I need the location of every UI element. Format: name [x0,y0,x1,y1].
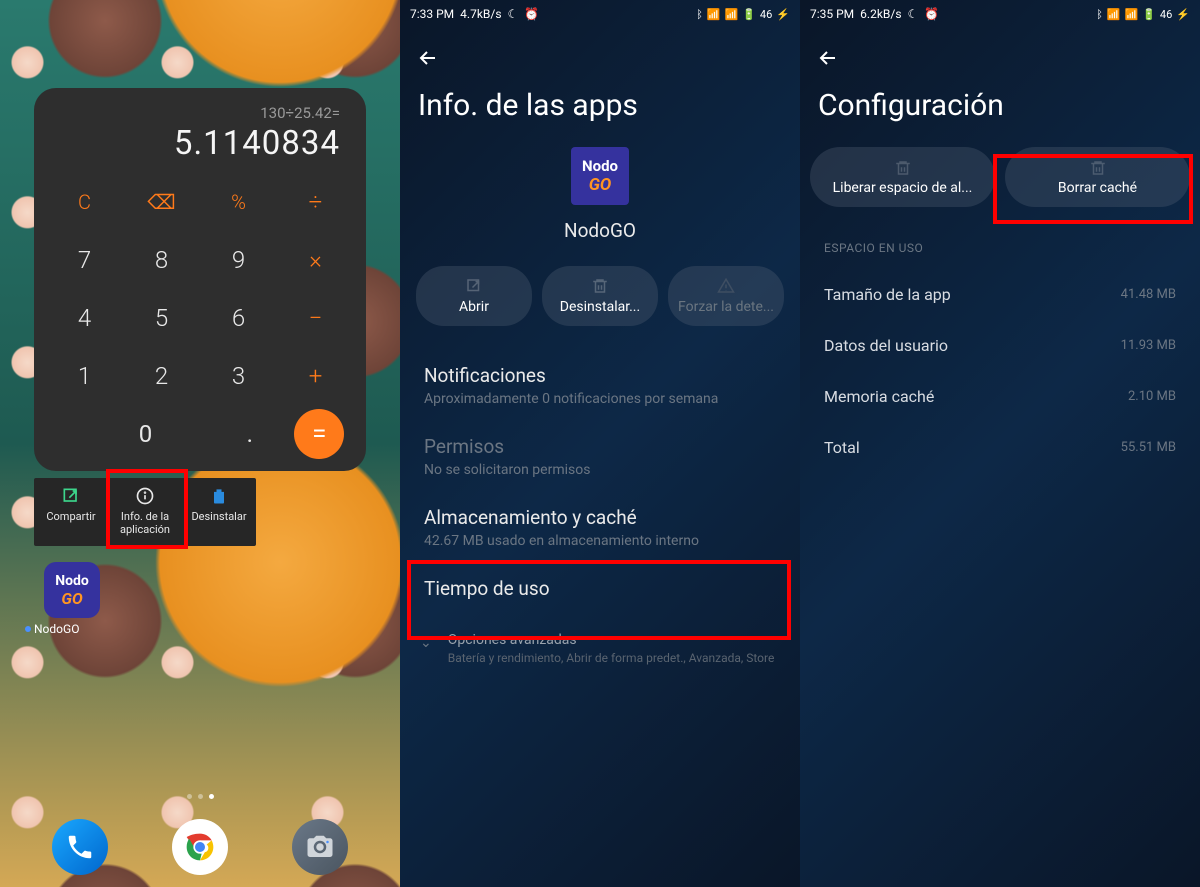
alarm-icon: ⏰ [924,7,939,21]
charging-icon: ⚡ [776,8,790,21]
section-label: ESPACIO EN USO [800,235,1200,269]
battery-icon: 🔋 [1142,8,1156,21]
share-icon [61,486,81,506]
nodogo-label: NodoGO [34,622,79,636]
long-press-menu: Compartir Info. de la aplicación Desinst… [34,478,256,546]
storage-item[interactable]: Almacenamiento y caché 42.67 MB usado en… [400,492,800,563]
open-icon [465,277,483,295]
trash-icon [209,486,229,506]
calc-key-7[interactable]: 7 [46,231,123,289]
wifi-icon: 📶 [1125,8,1139,21]
stat-total: Total 55.51 MB [800,422,1200,473]
app-name: NodoGO [564,219,636,242]
calc-key-dot[interactable]: . [215,405,285,463]
status-speed: 4.7kB/s [460,7,501,21]
nodogo-app-icon[interactable]: NodoGO [44,562,100,618]
warning-icon [717,277,735,295]
menu-uninstall[interactable]: Desinstalar [182,478,256,546]
permissions-item[interactable]: Permisos No se solicitaron permisos [400,421,800,492]
battery-icon: 🔋 [742,8,756,21]
stat-cache: Memoria caché 2.10 MB [800,371,1200,422]
info-icon [135,486,155,506]
screen-storage-settings: 7:35 PM 6.2kB/s ☾ ⏰ ᛒ 📶 📶 🔋 46 ⚡ Configu… [800,0,1200,887]
free-space-button[interactable]: Liberar espacio de al... [810,147,995,207]
calc-percent[interactable]: % [200,173,277,231]
battery-level: 46 [760,8,772,21]
status-bar: 7:33 PM 4.7kB/s ☾ ⏰ ᛒ 📶 📶 🔋 46 ⚡ [400,0,800,28]
calc-key-1[interactable]: 1 [46,347,123,405]
calc-equals[interactable]: = [285,405,355,463]
chrome-app-icon[interactable] [172,819,228,875]
calc-clear[interactable]: C [46,173,123,231]
calc-key-4[interactable]: 4 [46,289,123,347]
camera-app-icon[interactable] [292,819,348,875]
calc-display: 130÷25.42= 5.1140834 [46,100,354,173]
charging-icon: ⚡ [1176,8,1190,21]
calc-key-6[interactable]: 6 [200,289,277,347]
usage-item[interactable]: Tiempo de uso [400,563,800,618]
moon-icon: ☾ [908,7,919,21]
status-time: 7:35 PM [810,7,854,21]
notifications-item[interactable]: Notificaciones Aproximadamente 0 notific… [400,350,800,421]
menu-app-info[interactable]: Info. de la aplicación [108,478,182,546]
stat-user-data: Datos del usuario 11.93 MB [800,320,1200,371]
calc-key-3[interactable]: 3 [200,347,277,405]
app-header: NodoGO NodoGO [400,147,800,242]
bluetooth-icon: ᛒ [696,8,703,21]
calc-key-9[interactable]: 9 [200,231,277,289]
open-button[interactable]: Abrir [416,266,532,326]
calc-divide[interactable]: ÷ [277,173,354,231]
bluetooth-icon: ᛒ [1096,8,1103,21]
wifi-icon: 📶 [725,8,739,21]
stat-app-size: Tamaño de la app 41.48 MB [800,269,1200,320]
clear-cache-button[interactable]: Borrar caché [1005,147,1190,207]
page-title: Configuración [800,80,1200,147]
page-indicator [0,794,400,799]
back-button[interactable] [800,28,1200,80]
back-button[interactable] [400,28,800,80]
calc-multiply[interactable]: × [277,231,354,289]
calc-result: 5.1140834 [60,124,340,163]
calc-plus[interactable]: + [277,347,354,405]
calculator-widget: 130÷25.42= 5.1140834 C ⌫ % ÷ 7 8 9 × 4 5… [34,88,366,471]
notification-dot [25,626,31,632]
app-icon: NodoGO [571,147,629,205]
phone-app-icon[interactable] [52,819,108,875]
calc-key-2[interactable]: 2 [123,347,200,405]
signal-icon: 📶 [707,8,721,21]
uninstall-button[interactable]: Desinstalar... [542,266,658,326]
trash-icon [1089,159,1107,177]
dock [0,819,400,875]
trash-icon [591,277,609,295]
screen-home: 7:33 PM 1.8kB/s ☾ ⏰ ᛒ 📶 📶 🔋 46 ⚡ 130÷25.… [0,0,400,887]
status-bar: 7:35 PM 6.2kB/s ☾ ⏰ ᛒ 📶 📶 🔋 46 ⚡ [800,0,1200,28]
force-stop-button[interactable]: Forzar la dete... [668,266,784,326]
calc-key-0[interactable]: 0 [46,405,215,463]
status-speed: 6.2kB/s [860,7,901,21]
battery-level: 46 [1160,8,1172,21]
page-title: Info. de las apps [400,80,800,147]
calc-minus[interactable]: − [277,289,354,347]
status-time: 7:33 PM [410,7,454,21]
chevron-down-icon: ⌄ [420,635,432,651]
calc-key-8[interactable]: 8 [123,231,200,289]
trash-icon [894,159,912,177]
calc-backspace[interactable]: ⌫ [123,173,200,231]
calc-expression: 130÷25.42= [60,104,340,122]
screen-app-info: 7:33 PM 4.7kB/s ☾ ⏰ ᛒ 📶 📶 🔋 46 ⚡ Info. d… [400,0,800,887]
alarm-icon: ⏰ [524,7,539,21]
calc-key-5[interactable]: 5 [123,289,200,347]
advanced-options[interactable]: ⌄ Opciones avanzadas Batería y rendimien… [400,618,800,679]
moon-icon: ☾ [508,7,519,21]
signal-icon: 📶 [1107,8,1121,21]
menu-share[interactable]: Compartir [34,478,108,546]
